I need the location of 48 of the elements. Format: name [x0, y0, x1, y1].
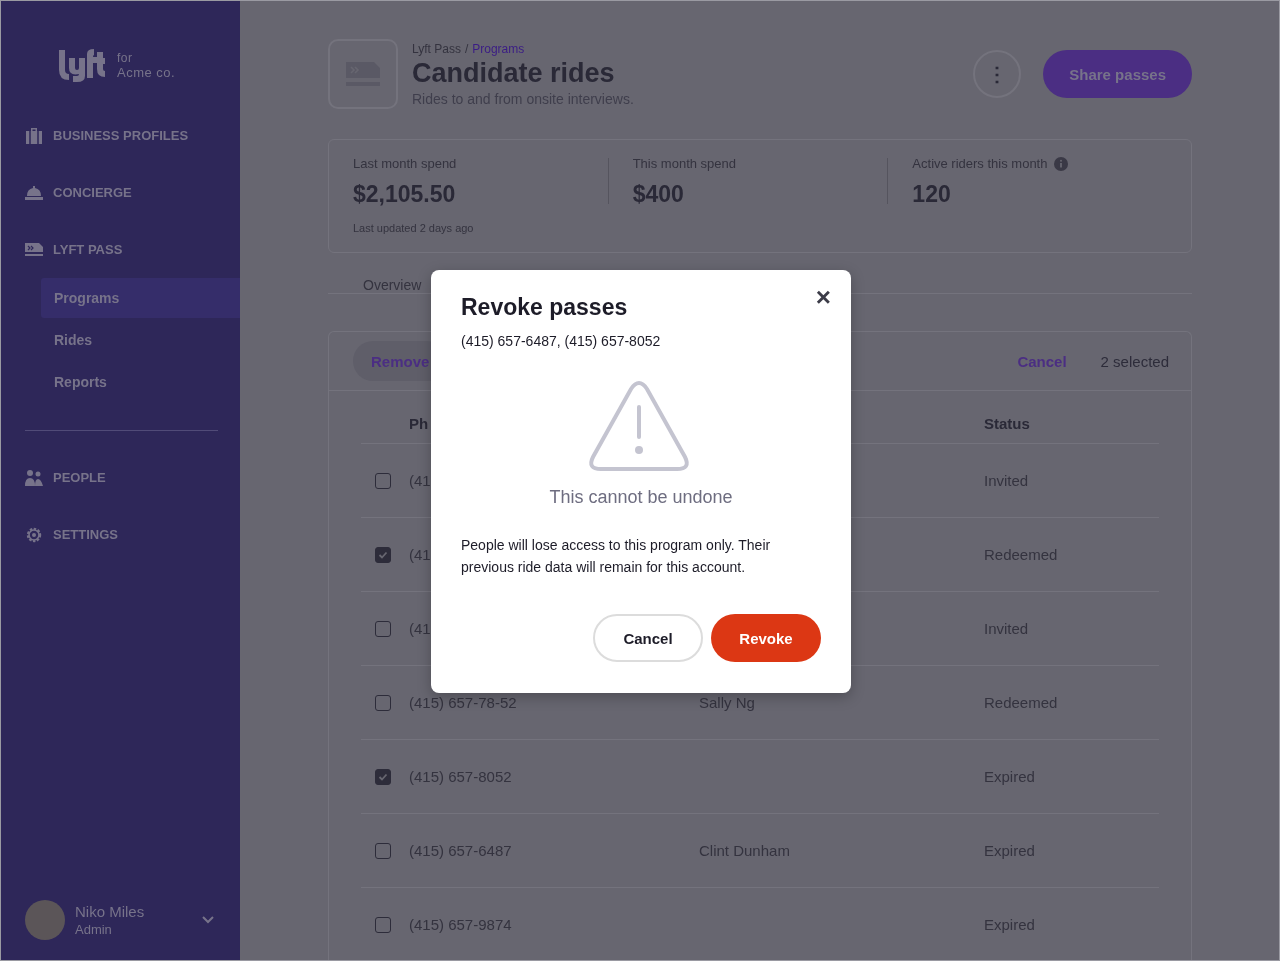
stat-value: $400 [632, 181, 685, 208]
checkbox[interactable] [375, 694, 391, 711]
nav-subitem[interactable]: Programs [41, 278, 240, 318]
nav-item[interactable]: LYFT PASS [1, 221, 240, 278]
column-header: Ph [409, 414, 429, 432]
revoke-button[interactable]: Revoke [711, 614, 821, 662]
cancel-button[interactable]: Cancel [593, 614, 703, 662]
settings-icon [25, 525, 43, 544]
program-icon [328, 39, 398, 109]
dialog-title: Revoke passes [461, 294, 629, 321]
share-button[interactable]: Share passes [1043, 50, 1192, 98]
breadcrumb-current[interactable]: Programs [472, 41, 525, 56]
warning-icon [587, 381, 691, 473]
page-title: Candidate rides [412, 57, 616, 89]
avatar [25, 900, 65, 940]
column-header: Status [984, 414, 1030, 432]
breadcrumb-separator: / [464, 41, 469, 56]
people-icon [25, 468, 43, 487]
checkbox[interactable] [375, 472, 391, 489]
bell-icon [25, 183, 43, 202]
checkbox[interactable] [375, 546, 391, 563]
nav-item[interactable]: BUSINESS PROFILES [1, 107, 240, 164]
checkbox[interactable] [375, 842, 391, 859]
nav-item[interactable]: CONCIERGE [1, 164, 240, 221]
nav-subitem[interactable]: Reports [41, 362, 240, 402]
more-button[interactable]: ⋮ [973, 50, 1022, 98]
chevron-down-icon[interactable] [202, 916, 214, 924]
company-name: Acme co. [117, 64, 176, 80]
logo-icon [57, 48, 105, 82]
nav-item[interactable]: PEOPLE [1, 449, 240, 506]
ticket-icon [25, 240, 43, 259]
info-icon[interactable] [1054, 156, 1069, 171]
selected-count: 2 selected [1100, 352, 1169, 370]
warning-text: This cannot be undone [548, 487, 734, 508]
stat-value: 120 [912, 181, 952, 208]
checkbox[interactable] [375, 916, 391, 933]
dialog-subtitle: (415) 657-6487, (415) 657-8052 [461, 333, 662, 349]
checkbox[interactable] [375, 768, 391, 785]
close-button[interactable]: × [813, 284, 833, 310]
checkbox[interactable] [375, 620, 391, 637]
dialog-message: People will lose access to this program only. Their previous ride data will remain for this account. [461, 536, 772, 577]
user-role: Admin [75, 922, 113, 937]
stat-value: $2,105.50 [353, 181, 457, 208]
cancel-link[interactable]: Cancel [1017, 352, 1067, 370]
nav-item[interactable]: SETTINGS [1, 506, 240, 563]
nav-subitem[interactable]: Rides [41, 320, 240, 360]
user-name: Niko Miles [75, 903, 146, 920]
logo-caption: for [117, 50, 134, 65]
